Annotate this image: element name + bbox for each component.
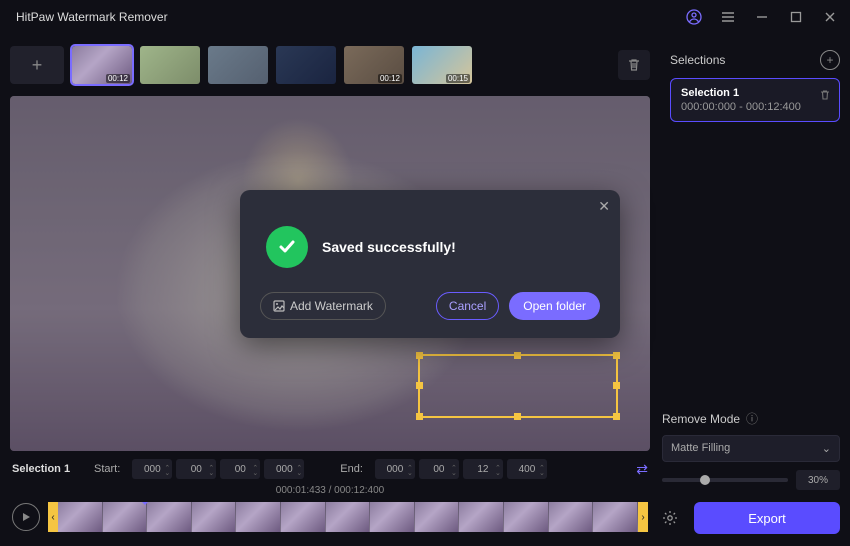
thumb-duration: 00:12	[378, 74, 402, 83]
start-ms-stepper[interactable]: 000	[264, 459, 304, 479]
remove-mode-label: Remove Mode ⓘ	[662, 410, 840, 427]
thumbnail[interactable]: 00:12	[72, 46, 132, 84]
thumb-duration: 00:15	[446, 74, 470, 83]
start-label: Start:	[94, 463, 120, 475]
selection-rectangle[interactable]	[418, 354, 618, 418]
image-icon	[273, 300, 285, 312]
timeline-strip[interactable]: ‹ ›	[48, 502, 648, 532]
app-title: HitPaw Watermark Remover	[16, 10, 168, 24]
menu-icon[interactable]	[720, 9, 736, 25]
end-label: End:	[340, 463, 363, 475]
dialog-message: Saved successfully!	[322, 239, 456, 255]
add-selection-button[interactable]: +	[820, 50, 840, 70]
trim-handle-right[interactable]: ›	[638, 502, 648, 532]
window-controls	[686, 9, 838, 25]
sidebar: Selections + Selection 1 000:00:000 - 00…	[660, 34, 850, 546]
close-dialog-icon[interactable]: ✕	[598, 198, 610, 215]
selections-heading: Selections	[670, 53, 725, 67]
selection-name: Selection 1	[12, 463, 82, 475]
export-button[interactable]: Export	[694, 502, 840, 534]
selection-item[interactable]: Selection 1 000:00:000 - 000:12:400	[670, 78, 840, 122]
selection-item-name: Selection 1	[681, 87, 829, 99]
start-s-stepper[interactable]: 00	[220, 459, 260, 479]
end-h-stepper[interactable]: 000	[375, 459, 415, 479]
thumbnail[interactable]: 00:12	[344, 46, 404, 84]
thumb-duration: 00:12	[106, 74, 130, 83]
start-spinners: 000 00 00 000	[132, 459, 304, 479]
open-folder-button[interactable]: Open folder	[509, 292, 600, 320]
end-spinners: 000 00 12 400	[375, 459, 547, 479]
saved-dialog: ✕ Saved successfully! Add Watermark Canc…	[240, 190, 620, 338]
playhead-icon[interactable]	[140, 502, 150, 510]
thumbnail-row: + 00:12 00:12 00:15	[10, 42, 650, 88]
remove-mode-select[interactable]: Matte Filling ⌄	[662, 435, 840, 462]
delete-selection-icon[interactable]	[819, 89, 831, 101]
timeline-position: 000:01:433 / 000:12:400	[10, 483, 650, 498]
thumbnail[interactable]	[276, 46, 336, 84]
titlebar: HitPaw Watermark Remover	[0, 0, 850, 34]
end-m-stepper[interactable]: 00	[419, 459, 459, 479]
strength-value-stepper[interactable]: 30%	[796, 470, 840, 490]
thumbnail[interactable]: 00:15	[412, 46, 472, 84]
help-icon[interactable]: ⓘ	[746, 410, 758, 427]
close-icon[interactable]	[822, 9, 838, 25]
start-m-stepper[interactable]: 00	[176, 459, 216, 479]
thumbnail[interactable]	[208, 46, 268, 84]
add-media-button[interactable]: +	[10, 46, 64, 84]
maximize-icon[interactable]	[788, 9, 804, 25]
minimize-icon[interactable]	[754, 9, 770, 25]
settings-icon[interactable]	[662, 510, 684, 526]
add-watermark-button[interactable]: Add Watermark	[260, 292, 386, 320]
timeline-row: ‹ ›	[10, 498, 650, 536]
play-button[interactable]	[12, 503, 40, 531]
selection-item-range: 000:00:000 - 000:12:400	[681, 101, 829, 113]
trim-handle-left[interactable]: ‹	[48, 502, 58, 532]
delete-button[interactable]	[618, 50, 650, 80]
success-check-icon	[266, 226, 308, 268]
end-ms-stepper[interactable]: 400	[507, 459, 547, 479]
swap-icon[interactable]: ⇄	[636, 461, 648, 478]
strength-slider[interactable]	[662, 478, 788, 482]
chevron-down-icon: ⌄	[822, 442, 831, 455]
start-h-stepper[interactable]: 000	[132, 459, 172, 479]
timecode-editor: Selection 1 Start: 000 00 00 000 End: 00…	[10, 451, 650, 483]
thumbnail[interactable]	[140, 46, 200, 84]
cancel-button[interactable]: Cancel	[436, 292, 499, 320]
profile-icon[interactable]	[686, 9, 702, 25]
end-s-stepper[interactable]: 12	[463, 459, 503, 479]
